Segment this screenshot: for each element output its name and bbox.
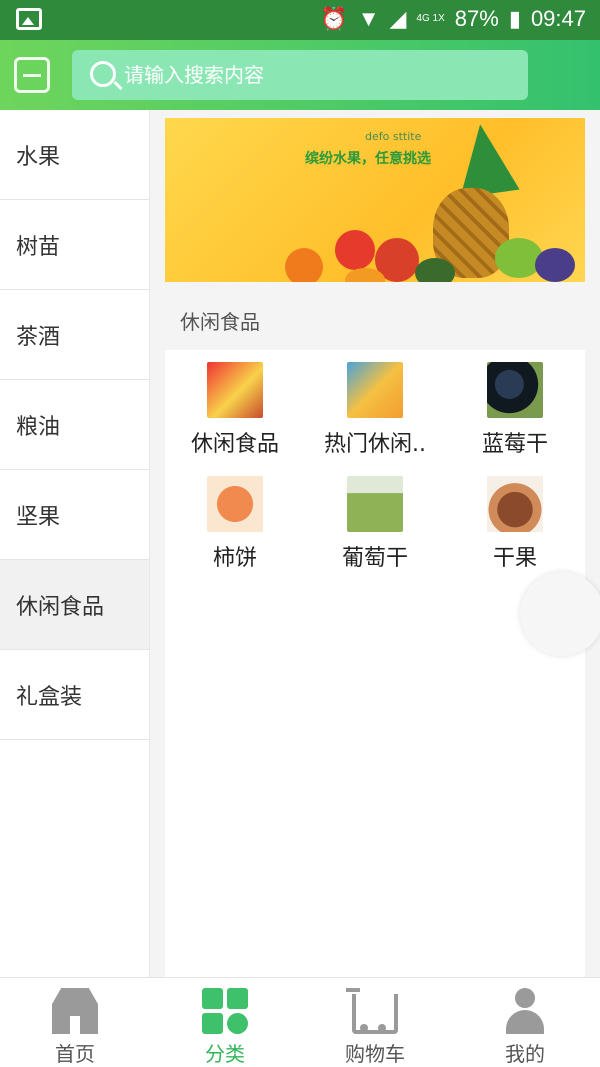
network-type: 4G 1X bbox=[416, 13, 445, 24]
product-thumbnail bbox=[347, 362, 403, 418]
product-label: 柿饼 bbox=[212, 546, 257, 571]
search-icon bbox=[90, 61, 116, 87]
product-item[interactable]: 热门休闲.. bbox=[305, 358, 445, 466]
product-item[interactable]: 蓝莓干 bbox=[445, 358, 585, 466]
product-grid: 休闲食品 热门休闲.. 蓝莓干 柿饼 葡萄干 干果 bbox=[165, 358, 585, 580]
apple-graphic bbox=[335, 230, 375, 270]
sidebar-item-snacks[interactable]: 休闲食品 bbox=[0, 560, 149, 650]
sidebar-item-grain-oil[interactable]: 粮油 bbox=[0, 380, 149, 470]
tab-profile[interactable]: 我的 bbox=[450, 978, 600, 1067]
product-label: 热门休闲.. bbox=[324, 432, 426, 457]
sidebar-item-fruit[interactable]: 水果 bbox=[0, 110, 149, 200]
wifi-icon: ▼ bbox=[357, 6, 380, 31]
sidebar-item-saplings[interactable]: 树苗 bbox=[0, 200, 149, 290]
image-notification-icon bbox=[16, 8, 42, 30]
banner-brand: defo sttite bbox=[365, 130, 422, 143]
product-label: 干果 bbox=[492, 546, 537, 571]
product-label: 休闲食品 bbox=[190, 432, 279, 457]
sidebar-item-tea-wine[interactable]: 茶酒 bbox=[0, 290, 149, 380]
product-item[interactable]: 葡萄干 bbox=[305, 472, 445, 580]
product-item[interactable]: 柿饼 bbox=[165, 472, 305, 580]
product-item[interactable]: 休闲食品 bbox=[165, 358, 305, 466]
battery-percent: 87% bbox=[454, 6, 499, 31]
cart-icon bbox=[346, 988, 398, 1034]
sidebar-item-gift-box[interactable]: 礼盒装 bbox=[0, 650, 149, 740]
product-thumbnail bbox=[207, 362, 263, 418]
grapes-graphic bbox=[535, 248, 575, 282]
tab-label: 购物车 bbox=[345, 1042, 405, 1066]
alarm-icon: ⏰ bbox=[320, 6, 348, 31]
product-thumbnail bbox=[347, 476, 403, 532]
status-right: ⏰ ▼ ◢ 4G 1X 87% ▮ 09:47 bbox=[320, 6, 586, 32]
search-input[interactable] bbox=[124, 58, 504, 92]
tab-category[interactable]: 分类 bbox=[150, 978, 300, 1067]
scan-icon[interactable] bbox=[14, 57, 50, 93]
product-item[interactable]: 干果 bbox=[445, 472, 585, 580]
product-thumbnail bbox=[487, 362, 543, 418]
home-icon bbox=[52, 988, 98, 1034]
tab-label: 首页 bbox=[55, 1042, 95, 1066]
clock: 09:47 bbox=[530, 6, 586, 31]
user-icon bbox=[502, 988, 548, 1034]
top-header bbox=[0, 40, 600, 110]
banner-slogan: 缤纷水果，任意挑选 bbox=[305, 151, 431, 167]
product-thumbnail bbox=[207, 476, 263, 532]
tab-label: 我的 bbox=[505, 1042, 545, 1066]
floating-assistive-button[interactable] bbox=[520, 572, 600, 656]
tab-cart[interactable]: 购物车 bbox=[300, 978, 450, 1067]
product-panel: 休闲食品 热门休闲.. 蓝莓干 柿饼 葡萄干 干果 bbox=[165, 350, 585, 977]
product-thumbnail bbox=[487, 476, 543, 532]
orange-graphic bbox=[285, 248, 323, 282]
tab-home[interactable]: 首页 bbox=[0, 978, 150, 1067]
bottom-tab-bar: 首页 分类 购物车 我的 bbox=[0, 977, 600, 1067]
category-content: defo sttite 缤纷水果，任意挑选 休闲食品 休闲食品 热门休闲.. 蓝… bbox=[150, 110, 600, 977]
pineapple-leaves-graphic bbox=[450, 120, 520, 198]
signal-icon: ◢ bbox=[389, 6, 407, 31]
tab-label: 分类 bbox=[205, 1042, 245, 1066]
sidebar-item-nuts[interactable]: 坚果 bbox=[0, 470, 149, 560]
category-icon bbox=[202, 988, 248, 1034]
section-title: 休闲食品 bbox=[180, 310, 260, 334]
status-bar: ⏰ ▼ ◢ 4G 1X 87% ▮ 09:47 bbox=[0, 0, 600, 40]
avocado-graphic bbox=[415, 258, 455, 282]
search-bar[interactable] bbox=[72, 50, 528, 100]
promo-banner[interactable]: defo sttite 缤纷水果，任意挑选 bbox=[165, 118, 585, 282]
battery-icon: ▮ bbox=[508, 6, 521, 31]
product-label: 蓝莓干 bbox=[481, 432, 548, 457]
category-sidebar: 水果 树苗 茶酒 粮油 坚果 休闲食品 礼盒装 bbox=[0, 110, 150, 977]
product-label: 葡萄干 bbox=[341, 546, 408, 571]
